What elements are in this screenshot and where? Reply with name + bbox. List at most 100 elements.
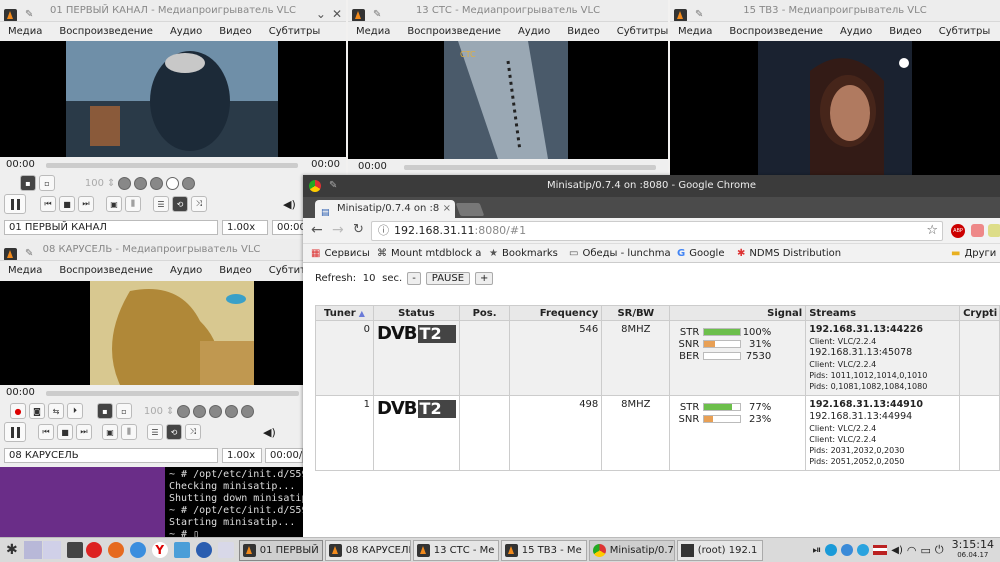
menu-video[interactable]: Видео — [219, 261, 252, 280]
speed-box[interactable]: 1.00x — [222, 220, 268, 235]
eq-knob-3[interactable] — [150, 176, 164, 190]
app-tray-icon[interactable] — [841, 544, 854, 556]
bookmark-lunch[interactable]: ▭ Обеды - lunchma — [569, 244, 671, 263]
effects-button[interactable]: ▫ — [116, 403, 132, 419]
firefox-icon[interactable] — [107, 542, 124, 558]
workspace-2[interactable] — [42, 541, 61, 559]
pause-button[interactable] — [4, 194, 26, 214]
loop-button[interactable]: ⟲ — [172, 196, 188, 212]
bookmark-ndms[interactable]: ✱ NDMS Distribution — [737, 244, 841, 263]
minimize-icon[interactable]: ⌄ — [316, 3, 326, 21]
star-icon[interactable]: ☆ — [926, 222, 938, 240]
column-header[interactable]: Pos. — [458, 305, 511, 321]
seek-track[interactable] — [46, 391, 299, 396]
menu-playback[interactable]: Воспроизведение — [729, 22, 823, 41]
record-button[interactable]: ● — [10, 403, 26, 419]
start-menu-icon[interactable]: ✱ — [6, 542, 18, 558]
previous-button[interactable]: ⏮ — [38, 424, 54, 440]
next-button[interactable]: ⏭ — [76, 424, 92, 440]
extended-settings-button[interactable]: ⫼ — [125, 196, 141, 212]
column-header[interactable]: Frequency — [509, 305, 603, 321]
previous-button[interactable]: ⏮ — [40, 196, 56, 212]
refresh-value[interactable]: 10 — [361, 273, 377, 284]
menu-audio[interactable]: Аудио — [518, 22, 550, 41]
keyboard-layout-flag-icon[interactable] — [873, 545, 888, 555]
pin-icon[interactable]: ✎ — [329, 175, 337, 197]
task-vlc-4[interactable]: 08 КАРУСЕЛЬ — [324, 539, 411, 561]
task-chrome[interactable]: Minisatip/0.7 — [588, 539, 675, 561]
bookmark-services[interactable]: ▦ Сервисы — [311, 244, 370, 263]
video-area[interactable] — [670, 41, 1000, 176]
eq-knob-1[interactable] — [177, 404, 191, 418]
seek-bar[interactable]: 00:00 — [0, 386, 303, 400]
seek-track[interactable] — [404, 165, 656, 170]
eq-knob-2[interactable] — [193, 404, 207, 418]
frame-by-frame-button[interactable]: ▪ — [97, 403, 113, 419]
menu-playback[interactable]: Воспроизведение — [59, 261, 153, 280]
adblock-icon[interactable]: ABP — [951, 224, 965, 238]
task-vlc-3[interactable]: 15 ТВ3 - Ме — [500, 539, 587, 561]
bookmark-google[interactable]: G Google — [677, 244, 724, 263]
menu-media[interactable]: Медиа — [356, 22, 390, 41]
tab-minisatip[interactable]: ▤ Minisatip/0.7.4 on :8 × — [315, 200, 455, 218]
info-icon[interactable]: ⓘ — [378, 222, 389, 240]
spin-arrows-icon[interactable]: ⇕ — [166, 406, 174, 417]
menu-media[interactable]: Медиа — [8, 261, 42, 280]
playlist-button[interactable]: ☰ — [147, 424, 163, 440]
yandex-browser-icon[interactable]: Y — [151, 542, 168, 558]
bookmark-other[interactable]: ▬ Други — [951, 244, 996, 263]
video-area[interactable] — [0, 41, 346, 157]
menu-audio[interactable]: Аудио — [170, 22, 202, 41]
volume-spin[interactable]: 100 — [58, 178, 104, 189]
playlist-button[interactable]: ☰ — [153, 196, 169, 212]
eq-knob-5[interactable] — [182, 176, 196, 190]
spin-arrows-icon[interactable]: ⇕ — [107, 178, 115, 189]
menu-media[interactable]: Медиа — [8, 22, 42, 41]
media-icon[interactable]: ⏯ — [812, 543, 821, 557]
frame-step-button[interactable]: ⏵ — [67, 403, 83, 419]
fullscreen-button[interactable]: ▣ — [102, 424, 118, 440]
close-tab-icon[interactable]: × — [443, 200, 451, 218]
menu-subtitles[interactable]: Субтитры — [269, 22, 320, 41]
app-launcher-icon[interactable] — [195, 542, 212, 558]
reload-icon[interactable]: ↻ — [353, 222, 364, 237]
speed-box[interactable]: 1.00x — [222, 448, 262, 463]
video-area[interactable] — [0, 281, 303, 385]
bookmark-bookmarks[interactable]: ★ Bookmarks — [489, 244, 558, 263]
wifi-icon[interactable]: ◠ — [907, 544, 917, 557]
menu-video[interactable]: Видео — [567, 22, 600, 41]
extended-settings-button[interactable]: ⫼ — [121, 424, 137, 440]
volume-spin[interactable]: 100 — [135, 406, 163, 417]
menu-playback[interactable]: Воспроизведение — [59, 22, 153, 41]
seek-track[interactable] — [46, 163, 298, 168]
eq-knob-4[interactable] — [166, 176, 180, 190]
close-icon[interactable]: ✕ — [332, 3, 342, 21]
vlc-title-bar[interactable]: ✎ 08 КАРУСЕЛЬ - Медиапроигрыватель VLC — [0, 239, 303, 261]
eq-knob-2[interactable] — [134, 176, 148, 190]
task-terminal[interactable]: (root) 192.1 — [676, 539, 763, 561]
opera-icon[interactable] — [85, 542, 102, 558]
menu-media[interactable]: Медиа — [678, 22, 712, 41]
vlc-title-bar[interactable]: ✎ 15 ТВ3 - Медиапроигрыватель VLC — [670, 0, 1000, 22]
column-header[interactable]: Status — [372, 305, 460, 321]
terminal-launcher-icon[interactable] — [66, 542, 83, 558]
pin-icon[interactable]: ✎ — [373, 4, 381, 21]
frame-by-frame-button[interactable]: ▪ — [20, 175, 36, 191]
chrome-title-bar[interactable]: ✎ Minisatip/0.7.4 on :8080 - Google Chro… — [303, 175, 1000, 197]
chromium-icon[interactable] — [129, 542, 146, 558]
pin-icon[interactable]: ✎ — [695, 4, 703, 21]
loop-ab-button[interactable]: ⇆ — [48, 403, 64, 419]
stop-button[interactable]: ■ — [57, 424, 73, 440]
files-icon[interactable] — [217, 542, 234, 558]
shuffle-button[interactable]: ⤨ — [191, 196, 207, 212]
terminal-window[interactable]: ~ # /opt/etc/init.d/S59 Checking minisati… — [165, 467, 303, 537]
vlc-title-bar[interactable]: ✎ 13 СТС - Медиапроигрыватель VLC — [348, 0, 668, 22]
snapshot-button[interactable]: ▫ — [39, 175, 55, 191]
browser-tray-icon[interactable] — [825, 544, 838, 556]
pause-button[interactable]: PAUSE — [425, 272, 471, 285]
eq-knob-1[interactable] — [118, 176, 132, 190]
video-area[interactable]: CTC — [348, 41, 668, 159]
power-icon[interactable]: ⏻ — [935, 543, 944, 557]
eq-knob-3[interactable] — [209, 404, 223, 418]
stop-button[interactable]: ■ — [59, 196, 75, 212]
